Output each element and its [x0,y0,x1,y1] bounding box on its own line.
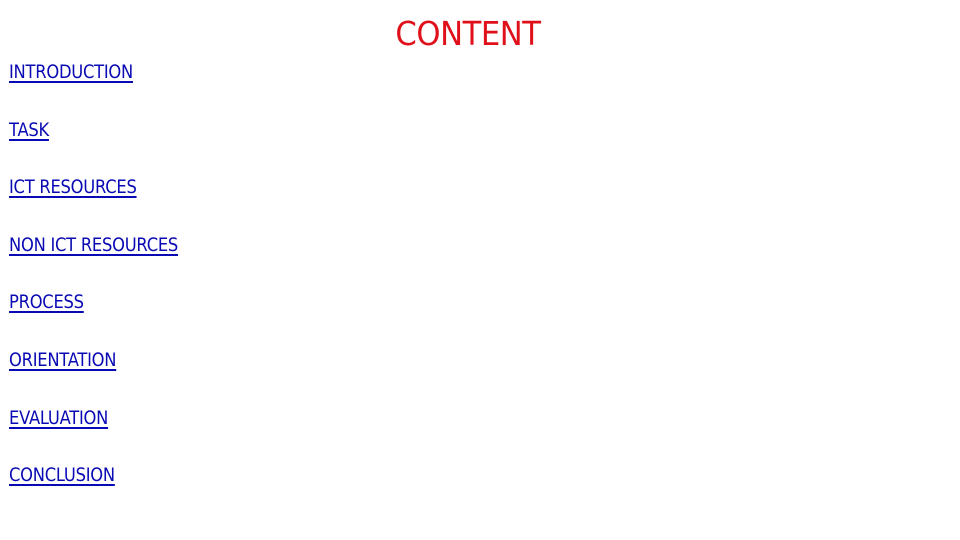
toc-item-ict-resources: ICT RESOURCES [9,175,157,199]
link-non-ict-resources[interactable]: NON ICT RESOURCES [9,233,178,257]
link-orientation[interactable]: ORIENTATION [9,348,117,372]
toc-item-process: PROCESS [9,290,96,314]
toc-item-conclusion: CONCLUSION [9,463,132,487]
toc-item-non-ict-resources: NON ICT RESOURCES [9,233,206,257]
toc-item-task: TASK [9,118,55,142]
toc-item-evaluation: EVALUATION [9,406,124,430]
link-task[interactable]: TASK [9,118,49,142]
link-conclusion[interactable]: CONCLUSION [9,463,115,487]
link-evaluation[interactable]: EVALUATION [9,406,108,430]
toc-item-orientation: ORIENTATION [9,348,134,372]
toc-item-introduction: INTRODUCTION [9,60,153,84]
link-ict-resources[interactable]: ICT RESOURCES [9,175,137,199]
link-process[interactable]: PROCESS [9,290,84,314]
page-title: CONTENT [395,14,541,53]
link-introduction[interactable]: INTRODUCTION [9,60,133,84]
